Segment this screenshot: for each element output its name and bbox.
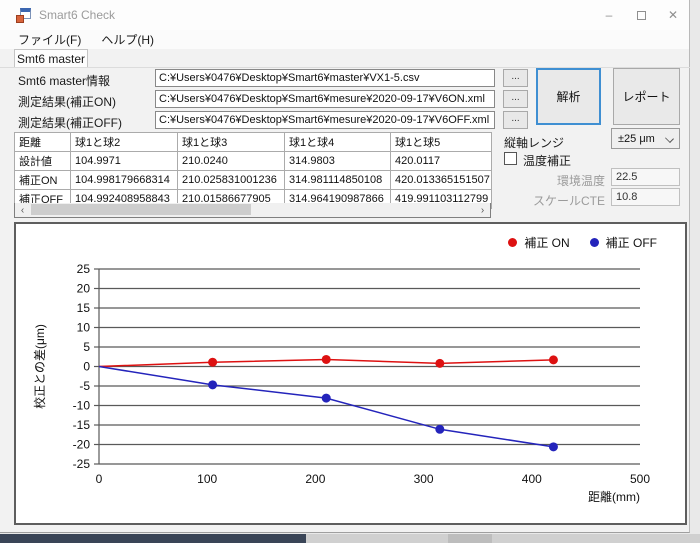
table-row[interactable]: 設計値 104.9971 210.0240 314.9803 420.0117 xyxy=(15,152,492,171)
col-header-distance: 距離 xyxy=(15,133,71,152)
svg-text:200: 200 xyxy=(305,472,325,486)
close-icon[interactable]: ✕ xyxy=(657,0,689,30)
col-header-1-3: 球1と球3 xyxy=(178,133,285,152)
master-info-browse-button[interactable]: ... xyxy=(503,69,528,87)
app-window: Smart6 Check – ✕ ファイル(F) ヘルプ(H) Smt6 mas… xyxy=(0,0,690,533)
svg-text:100: 100 xyxy=(197,472,217,486)
chart-legend: 補正 ON 補正 OFF xyxy=(508,234,657,251)
analyze-button[interactable]: 解析 xyxy=(536,68,601,125)
col-header-1-2: 球1と球2 xyxy=(71,133,178,152)
legend-item-on: 補正 ON xyxy=(508,234,569,251)
svg-text:校正との差(μm): 校正との差(μm) xyxy=(32,324,47,409)
svg-text:20: 20 xyxy=(77,282,91,296)
result-off-label: 測定結果(補正OFF) xyxy=(18,114,122,131)
table-cell[interactable]: 420.013365151507 xyxy=(391,171,492,190)
menu-file[interactable]: ファイル(F) xyxy=(8,30,91,49)
svg-text:5: 5 xyxy=(83,340,90,354)
vertical-range-select[interactable]: ±25 μm xyxy=(611,128,680,149)
svg-text:15: 15 xyxy=(77,301,91,315)
env-temp-label: 環境温度 xyxy=(505,172,605,189)
menu-bar: ファイル(F) ヘルプ(H) xyxy=(0,30,689,49)
table-cell[interactable]: 420.0117 xyxy=(391,152,492,171)
tab-smt6-master[interactable]: Smt6 master xyxy=(14,49,88,68)
svg-text:500: 500 xyxy=(630,472,650,486)
maximize-icon[interactable] xyxy=(625,0,657,30)
temp-correction-label: 温度補正 xyxy=(523,152,571,169)
vertical-range-label: 縦軸レンジ xyxy=(504,134,564,151)
svg-text:-5: -5 xyxy=(79,379,90,393)
result-on-label: 測定結果(補正ON) xyxy=(18,93,116,110)
scale-cte-input[interactable] xyxy=(611,188,680,206)
scale-cte-label: スケールCTE xyxy=(505,192,605,209)
background-window-strip xyxy=(0,534,306,543)
vertical-range-value: ±25 μm xyxy=(618,133,655,145)
legend-on-dot-icon xyxy=(508,238,517,247)
scroll-left-icon[interactable]: ‹ xyxy=(15,203,30,217)
table-header-row: 距離 球1と球2 球1と球3 球1と球4 球1と球5 xyxy=(15,133,492,152)
master-info-label: Smt6 master情報 xyxy=(18,72,110,89)
background-strip-detail xyxy=(448,534,492,543)
svg-text:25: 25 xyxy=(77,262,91,276)
chevron-down-icon xyxy=(665,134,674,143)
table-cell[interactable]: 210.025831001236 xyxy=(178,171,285,190)
svg-text:-15: -15 xyxy=(73,418,91,432)
env-temp-input[interactable] xyxy=(611,168,680,186)
result-on-browse-button[interactable]: ... xyxy=(503,90,528,108)
legend-item-off: 補正 OFF xyxy=(590,234,657,251)
scrollbar-thumb[interactable] xyxy=(31,204,251,215)
svg-text:距離(mm): 距離(mm) xyxy=(588,490,640,504)
title-bar: Smart6 Check – ✕ xyxy=(0,0,689,30)
result-off-input[interactable] xyxy=(155,111,495,129)
window-title: Smart6 Check xyxy=(39,8,115,22)
col-header-1-4: 球1と球4 xyxy=(285,133,391,152)
results-table: 距離 球1と球2 球1と球3 球1と球4 球1と球5 設計値 104.9971 … xyxy=(14,132,492,209)
svg-text:400: 400 xyxy=(522,472,542,486)
svg-text:-20: -20 xyxy=(73,438,91,452)
table-row[interactable]: 補正ON 104.998179668314 210.025831001236 3… xyxy=(15,171,492,190)
svg-text:10: 10 xyxy=(77,321,91,335)
row-label: 補正ON xyxy=(15,171,71,190)
window-controls: – ✕ xyxy=(593,0,689,30)
svg-text:-25: -25 xyxy=(73,457,91,471)
table-cell[interactable]: 314.9803 xyxy=(285,152,391,171)
table-cell[interactable]: 314.981114850108 xyxy=(285,171,391,190)
result-off-browse-button[interactable]: ... xyxy=(503,111,528,129)
svg-text:0: 0 xyxy=(83,360,90,374)
background-desktop-strip xyxy=(306,534,700,543)
svg-text:-10: -10 xyxy=(73,399,91,413)
result-on-input[interactable] xyxy=(155,90,495,108)
table-cell[interactable]: 210.0240 xyxy=(178,152,285,171)
minimize-icon[interactable]: – xyxy=(593,0,625,30)
legend-off-label: 補正 OFF xyxy=(606,234,657,251)
table-cell[interactable]: 104.9971 xyxy=(71,152,178,171)
temp-correction-checkbox[interactable] xyxy=(504,152,517,165)
svg-text:300: 300 xyxy=(414,472,434,486)
chart-panel: 補正 ON 補正 OFF 25 20 15 10 5 0 -5 -10 -15 -20 -25 0 10… xyxy=(14,222,687,525)
svg-text:0: 0 xyxy=(96,472,103,486)
master-info-input[interactable] xyxy=(155,69,495,87)
chart-canvas: 25 20 15 10 5 0 -5 -10 -15 -20 -25 0 100 200 300 400 500… xyxy=(16,224,685,523)
legend-off-dot-icon xyxy=(590,238,599,247)
app-icon xyxy=(16,8,31,23)
scroll-right-icon[interactable]: › xyxy=(475,203,490,217)
legend-on-label: 補正 ON xyxy=(524,234,569,251)
menu-help[interactable]: ヘルプ(H) xyxy=(91,30,164,49)
report-button[interactable]: レポート xyxy=(613,68,680,125)
row-label: 設計値 xyxy=(15,152,71,171)
screen: Smart6 Check – ✕ ファイル(F) ヘルプ(H) Smt6 mas… xyxy=(0,0,700,543)
col-header-1-5: 球1と球5 xyxy=(391,133,492,152)
table-horizontal-scrollbar[interactable]: ‹ › xyxy=(14,203,491,218)
table-cell[interactable]: 104.998179668314 xyxy=(71,171,178,190)
